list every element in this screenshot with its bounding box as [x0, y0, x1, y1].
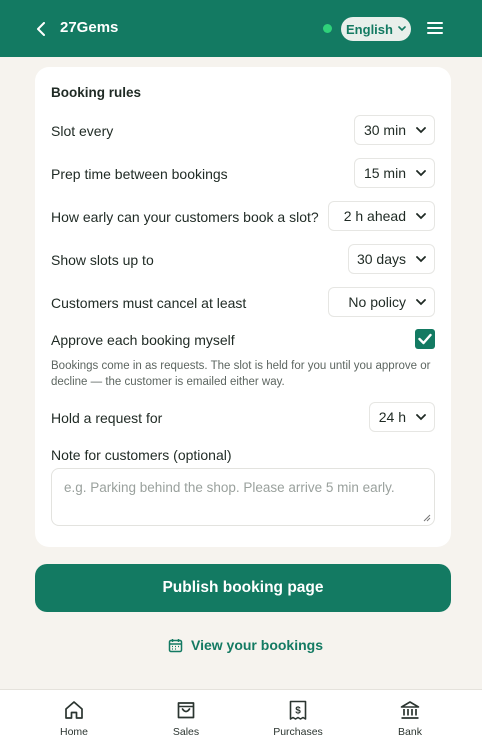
tab-purchases[interactable]: $ Purchases — [253, 699, 343, 738]
card-title: Booking rules — [51, 85, 142, 100]
view-bookings-label: View your bookings — [191, 637, 323, 653]
chevron-down-icon — [398, 26, 406, 32]
hold-request-select[interactable]: 24 h — [369, 402, 435, 432]
publish-label: Publish booking page — [162, 579, 324, 596]
prep-time-value: 15 min — [363, 165, 406, 181]
status-dot — [323, 24, 332, 33]
chevron-down-icon — [416, 256, 426, 263]
chevron-down-icon — [416, 414, 426, 421]
receipt-dollar-icon: $ — [289, 700, 307, 720]
tab-label: Home — [59, 726, 88, 738]
language-label: English — [346, 21, 393, 37]
note-label: Note for customers (optional) — [51, 447, 232, 463]
book-ahead-value: 2 h ahead — [343, 208, 406, 224]
chevron-down-icon — [416, 127, 426, 134]
hamburger-menu-icon[interactable] — [427, 21, 443, 35]
tab-label: Purchases — [273, 726, 323, 738]
approve-checkbox[interactable] — [415, 329, 435, 349]
resize-handle-icon[interactable] — [423, 514, 431, 522]
approve-label: Approve each booking myself — [51, 332, 235, 348]
view-bookings-link[interactable]: View your bookings — [168, 637, 323, 653]
top-bar: 27Gems English — [0, 0, 482, 57]
cancel-policy-label: Customers must cancel at least — [51, 295, 247, 311]
prep-time-label: Prep time between bookings — [51, 166, 228, 182]
chevron-down-icon — [416, 170, 426, 177]
note-placeholder: e.g. Parking behind the shop. Please arr… — [64, 480, 395, 495]
language-selector[interactable]: English — [341, 17, 411, 41]
show-slots-select[interactable]: 30 days — [348, 244, 435, 274]
book-ahead-select[interactable]: 2 h ahead — [328, 201, 435, 231]
cancel-policy-value: No policy — [348, 294, 406, 310]
approve-help-text: Bookings come in as requests. The slot i… — [51, 360, 431, 388]
publish-button[interactable]: Publish booking page — [35, 564, 451, 612]
hold-request-value: 24 h — [378, 409, 406, 425]
hold-request-label: Hold a request for — [51, 410, 163, 426]
chevron-down-icon — [416, 299, 426, 306]
shopping-bag-icon — [177, 702, 195, 719]
slot-every-value: 30 min — [363, 122, 406, 138]
cancel-policy-select[interactable]: No policy — [328, 287, 435, 317]
tab-label: Sales — [172, 726, 200, 738]
slot-every-label: Slot every — [51, 123, 114, 139]
home-icon — [65, 701, 83, 719]
tab-home[interactable]: Home — [29, 699, 119, 738]
chevron-left-icon — [37, 22, 45, 36]
prep-time-select[interactable]: 15 min — [354, 158, 435, 188]
show-slots-label: Show slots up to — [51, 252, 154, 268]
booking-rules-card: Booking rules Slot every 30 min Prep tim… — [35, 67, 451, 547]
bank-icon — [400, 701, 420, 719]
note-textarea[interactable]: e.g. Parking behind the shop. Please arr… — [51, 468, 435, 526]
show-slots-value: 30 days — [356, 251, 406, 267]
slot-every-select[interactable]: 30 min — [354, 115, 435, 145]
tab-sales[interactable]: Sales — [141, 699, 231, 738]
bottom-tab-bar: Home Sales $ Purchases Bank — [0, 689, 482, 746]
chevron-down-icon — [416, 213, 426, 220]
tab-label: Bank — [398, 726, 422, 738]
svg-text:$: $ — [295, 706, 301, 717]
checkmark-icon — [418, 333, 432, 345]
back-button[interactable] — [36, 20, 52, 38]
tab-bank[interactable]: Bank — [365, 699, 455, 738]
calendar-icon — [168, 638, 183, 652]
book-ahead-label: How early can your customers book a slot… — [51, 209, 319, 225]
brand-name: 27Gems — [60, 19, 119, 36]
